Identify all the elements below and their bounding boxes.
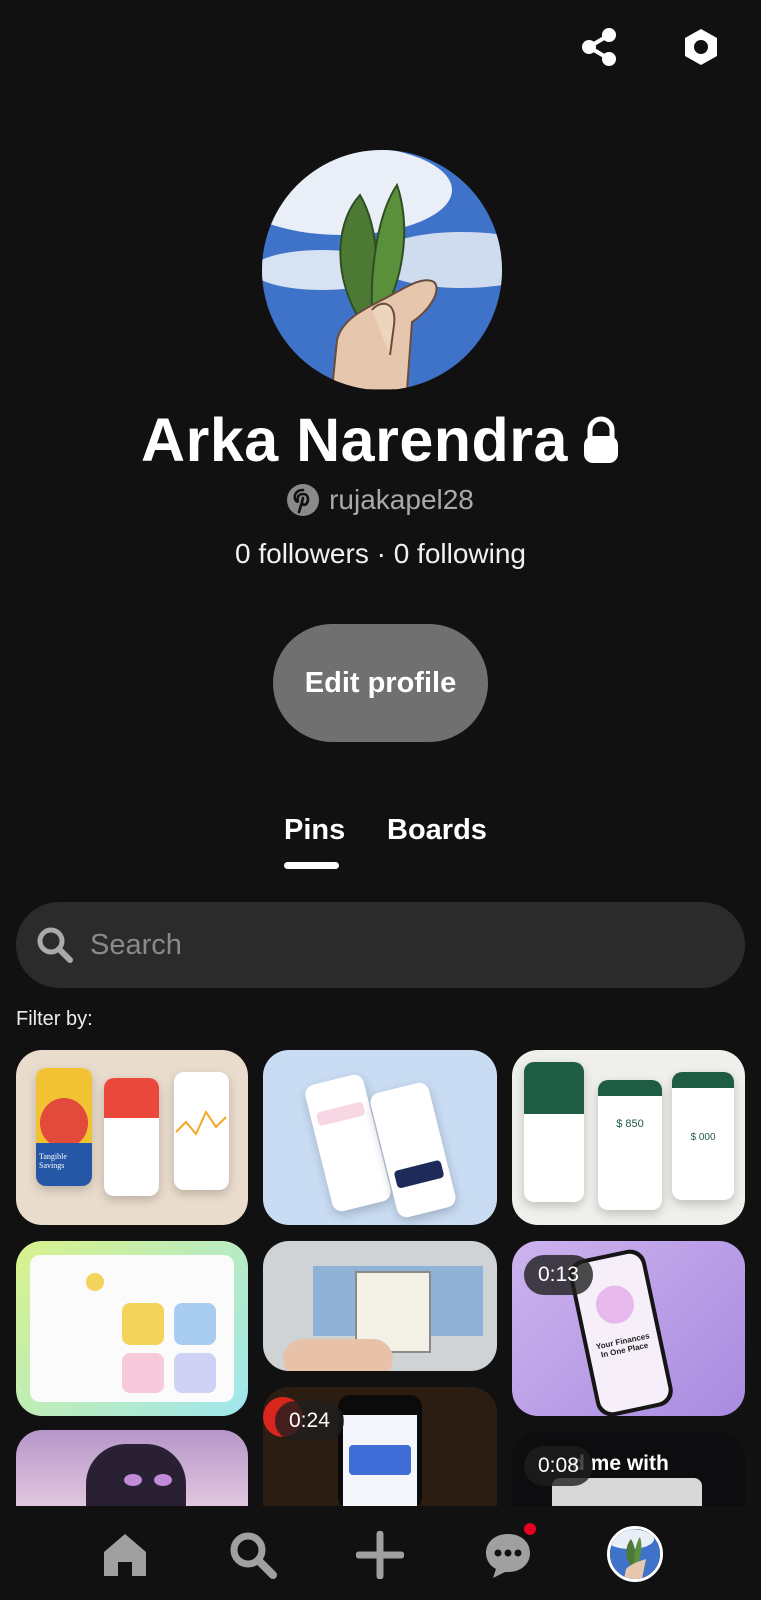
profile-avatar[interactable] <box>262 150 502 390</box>
search-nav-icon <box>230 1532 277 1579</box>
search-input[interactable] <box>88 927 692 963</box>
settings-button[interactable] <box>676 22 726 72</box>
nav-profile[interactable] <box>605 1524 665 1584</box>
home-icon <box>104 1534 146 1576</box>
tab-pins[interactable]: Pins <box>284 814 345 847</box>
pin-card[interactable]: $ 850 $ 000 <box>512 1050 745 1225</box>
share-icon <box>582 28 616 66</box>
nav-search[interactable] <box>223 1527 283 1583</box>
username-row: rujakapel28 <box>0 484 761 516</box>
profile-name: Arka Narendra <box>141 406 568 474</box>
username: rujakapel28 <box>329 484 474 515</box>
active-tab-indicator <box>284 862 339 869</box>
pin-card[interactable]: 0:24 <box>263 1387 497 1506</box>
video-duration: 0:24 <box>275 1401 344 1441</box>
pinterest-icon <box>287 484 320 516</box>
share-button[interactable] <box>574 22 624 72</box>
profile-name-row: Arka Narendra <box>0 405 761 475</box>
tab-boards[interactable]: Boards <box>387 814 487 847</box>
pin-caption: Your Finances In One Place <box>595 1331 651 1360</box>
pin-card[interactable]: d me with 0:08 <box>512 1432 745 1506</box>
lock-icon <box>583 416 618 463</box>
video-duration: 0:08 <box>524 1446 593 1486</box>
settings-icon <box>685 29 717 65</box>
notification-dot <box>524 1523 536 1535</box>
avatar <box>607 1526 663 1582</box>
video-duration: 0:13 <box>524 1255 593 1295</box>
filter-label: Filter by: <box>16 1008 93 1030</box>
pin-card[interactable]: Tangible Savings <box>16 1050 248 1225</box>
search-icon <box>37 927 73 963</box>
search-bar[interactable] <box>16 902 745 988</box>
pin-card[interactable]: Your Finances In One Place 0:13 <box>512 1241 745 1416</box>
pin-caption: $ 850 <box>616 1118 644 1130</box>
edit-profile-button[interactable]: Edit profile <box>273 624 488 742</box>
nav-messages[interactable] <box>478 1523 538 1583</box>
nav-create[interactable] <box>350 1527 410 1583</box>
pin-card[interactable] <box>16 1430 248 1506</box>
plus-icon <box>356 1531 404 1579</box>
avatar-image <box>262 150 502 390</box>
pin-card[interactable] <box>16 1241 248 1416</box>
pin-caption: $ 000 <box>690 1132 716 1143</box>
follow-stats[interactable]: 0 followers · 0 following <box>0 538 761 570</box>
pin-card[interactable] <box>263 1241 497 1371</box>
pin-card[interactable] <box>263 1050 497 1225</box>
nav-home[interactable] <box>95 1527 155 1583</box>
pin-caption: Tangible Savings <box>39 1152 67 1170</box>
chat-icon <box>486 1534 530 1578</box>
